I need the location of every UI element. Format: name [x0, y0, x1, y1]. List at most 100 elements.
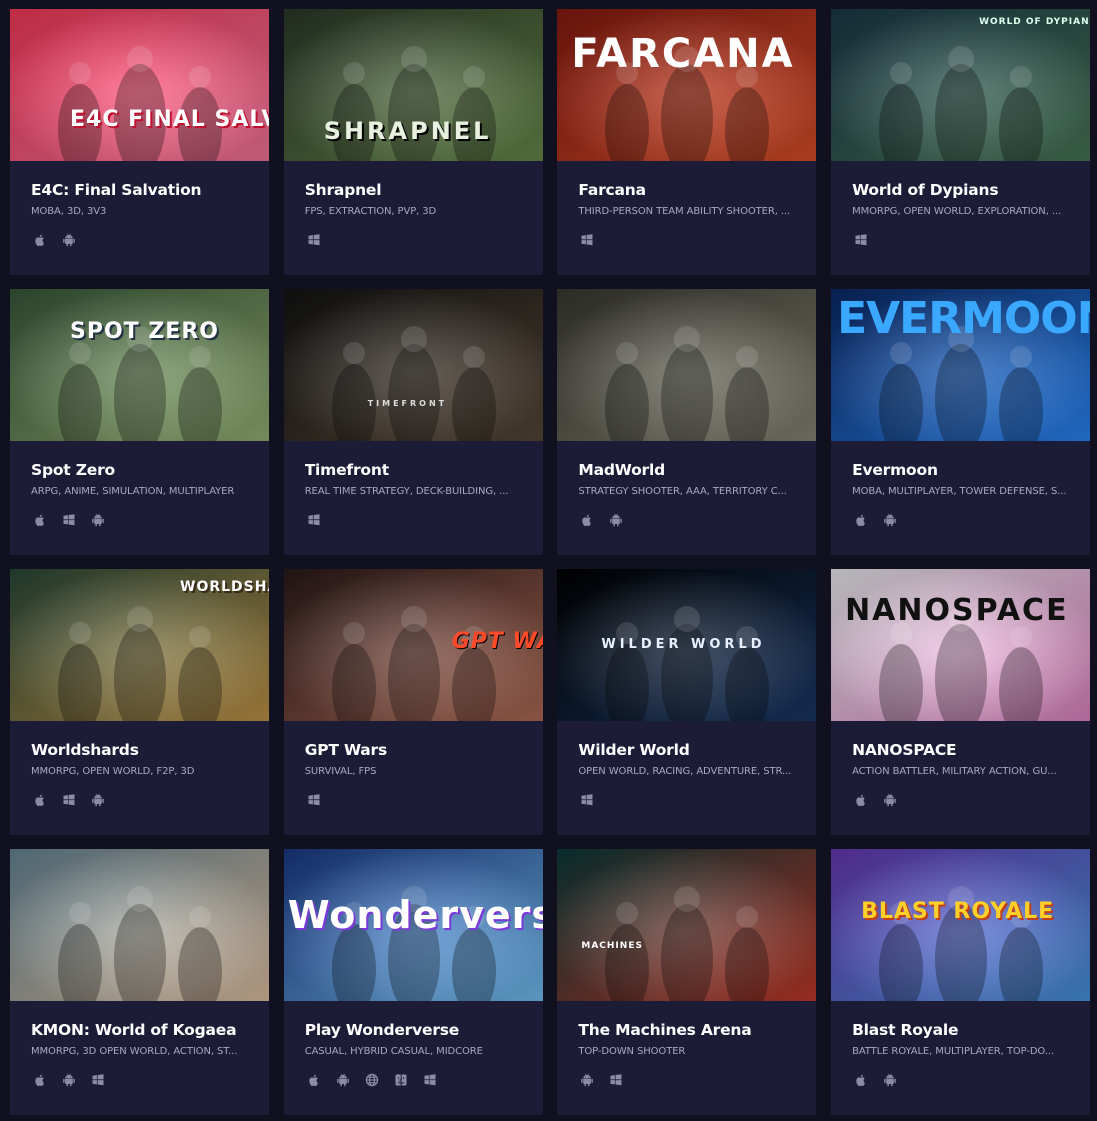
game-tags: SURVIVAL, FPS	[304, 766, 377, 777]
finder-icon	[394, 1073, 408, 1087]
game-card-info: World of Dypians MMORPG, OPEN WORLD, EXP…	[831, 161, 1090, 247]
windows-icon	[609, 1073, 623, 1087]
game-logo: TIMEFRONT	[367, 399, 448, 408]
game-tags: MOBA, MULTIPLAYER, TOWER DEFENSE, S...	[852, 486, 1067, 497]
game-title[interactable]: The Machines Arena	[578, 1020, 796, 1040]
game-card[interactable]: MadWorld STRATEGY SHOOTER, AAA, TERRITOR…	[557, 289, 817, 555]
game-title[interactable]: Evermoon	[852, 460, 1070, 480]
game-card-info: Worldshards MMORPG, OPEN WORLD, F2P, 3D	[10, 721, 269, 807]
game-logo: Wonderverse	[287, 893, 543, 937]
windows-icon	[307, 513, 321, 527]
windows-icon	[91, 1073, 105, 1087]
platform-list	[852, 233, 1070, 247]
windows-icon	[423, 1073, 437, 1087]
game-card-info: E4C: Final Salvation MOBA, 3D, 3V3	[10, 161, 269, 247]
game-card[interactable]: FARCANA Farcana THIRD-PERSON TEAM ABILIT…	[557, 9, 817, 275]
game-cover-image[interactable]: TIMEFRONT	[283, 289, 543, 441]
game-card[interactable]: GPT WARS GPT Wars SURVIVAL, FPS	[283, 569, 543, 835]
android-icon	[883, 1073, 897, 1087]
game-card[interactable]: NANOSPACE NANOSPACE ACTION BATTLER, MILI…	[831, 569, 1091, 835]
game-tags: MMORPG, OPEN WORLD, F2P, 3D	[31, 766, 195, 777]
game-card[interactable]: WORLD OF DYPIANS World of Dypians MMORPG…	[831, 9, 1091, 275]
game-cover-image[interactable]: WILDER WORLD	[557, 569, 817, 721]
game-tags: BATTLE ROYALE, MULTIPLAYER, TOP-DO...	[852, 1046, 1055, 1057]
game-cover-image[interactable]: MACHINES	[557, 849, 817, 1001]
game-card[interactable]: E4C FINAL SALVATION E4C: Final Salvation…	[10, 9, 269, 275]
game-title[interactable]: MadWorld	[578, 460, 796, 480]
windows-icon	[307, 233, 321, 247]
game-title[interactable]: E4C: Final Salvation	[31, 180, 249, 200]
game-card[interactable]: SHRAPNEL Shrapnel FPS, EXTRACTION, PVP, …	[283, 9, 543, 275]
apple-icon	[33, 1073, 47, 1087]
windows-icon	[580, 793, 594, 807]
game-title[interactable]: Shrapnel	[305, 180, 523, 200]
game-card[interactable]: KMON: World of Kogaea MMORPG, 3D OPEN WO…	[10, 849, 269, 1115]
game-title[interactable]: Timefront	[305, 460, 523, 480]
game-tags: TOP-DOWN SHOOTER	[578, 1046, 686, 1057]
game-cover-image[interactable]	[10, 849, 269, 1001]
game-title[interactable]: Spot Zero	[31, 460, 249, 480]
game-card[interactable]: Wonderverse Play Wonderverse CASUAL, HYB…	[283, 849, 543, 1115]
game-logo: WORLD OF DYPIANS	[979, 17, 1091, 27]
platform-list	[31, 513, 249, 527]
game-cover-image[interactable]: GPT WARS	[283, 569, 543, 721]
game-card-info: Spot Zero ARPG, ANIME, SIMULATION, MULTI…	[10, 441, 269, 527]
game-cover-image[interactable]: BLAST ROYALE	[831, 849, 1091, 1001]
game-tags: REAL TIME STRATEGY, DECK-BUILDING, ...	[304, 486, 509, 497]
platform-list	[578, 233, 796, 247]
platform-list	[305, 1073, 523, 1087]
game-card[interactable]: MACHINES The Machines Arena TOP-DOWN SHO…	[557, 849, 817, 1115]
game-logo: MACHINES	[581, 941, 643, 951]
game-cover-image[interactable]: WORLDSHARDS	[10, 569, 269, 721]
platform-list	[578, 793, 796, 807]
android-icon	[62, 1073, 76, 1087]
game-cover-image[interactable]	[557, 289, 817, 441]
android-icon	[609, 513, 623, 527]
windows-icon	[580, 233, 594, 247]
game-card-info: NANOSPACE ACTION BATTLER, MILITARY ACTIO…	[831, 721, 1090, 807]
apple-icon	[33, 233, 47, 247]
game-title[interactable]: World of Dypians	[852, 180, 1070, 200]
game-card[interactable]: TIMEFRONT Timefront REAL TIME STRATEGY, …	[283, 289, 543, 555]
platform-list	[305, 233, 523, 247]
game-title[interactable]: Blast Royale	[852, 1020, 1070, 1040]
game-title[interactable]: Play Wonderverse	[305, 1020, 523, 1040]
game-logo: E4C FINAL SALVATION	[70, 107, 269, 132]
games-grid: E4C FINAL SALVATION E4C: Final Salvation…	[10, 9, 1091, 1115]
game-title[interactable]: Worldshards	[31, 740, 249, 760]
game-card[interactable]: WILDER WORLD Wilder World OPEN WORLD, RA…	[557, 569, 817, 835]
android-icon	[883, 793, 897, 807]
game-tags: MOBA, 3D, 3V3	[31, 206, 107, 217]
game-card-info: GPT Wars SURVIVAL, FPS	[284, 721, 543, 807]
game-cover-image[interactable]: NANOSPACE	[831, 569, 1091, 721]
game-card-info: Shrapnel FPS, EXTRACTION, PVP, 3D	[284, 161, 543, 247]
game-cover-image[interactable]: Wonderverse	[283, 849, 543, 1001]
game-card-info: Farcana THIRD-PERSON TEAM ABILITY SHOOTE…	[557, 161, 816, 247]
game-title[interactable]: NANOSPACE	[852, 740, 1070, 760]
windows-icon	[854, 233, 868, 247]
game-cover-image[interactable]: SHRAPNEL	[283, 9, 543, 161]
game-title[interactable]: GPT Wars	[305, 740, 523, 760]
game-card[interactable]: WORLDSHARDS Worldshards MMORPG, OPEN WOR…	[10, 569, 269, 835]
game-logo: BLAST ROYALE	[861, 899, 1055, 924]
game-cover-image[interactable]: SPOT ZERO	[10, 289, 269, 441]
game-cover-image[interactable]: WORLD OF DYPIANS	[831, 9, 1091, 161]
platform-list	[852, 793, 1070, 807]
game-title[interactable]: Wilder World	[578, 740, 796, 760]
game-card[interactable]: SPOT ZERO Spot Zero ARPG, ANIME, SIMULAT…	[10, 289, 269, 555]
game-logo: FARCANA	[571, 31, 795, 77]
game-tags: OPEN WORLD, RACING, ADVENTURE, STR...	[578, 766, 792, 777]
game-cover-image[interactable]: FARCANA	[557, 9, 817, 161]
game-card[interactable]: EVERMOON Evermoon MOBA, MULTIPLAYER, TOW…	[831, 289, 1091, 555]
game-cover-image[interactable]: E4C FINAL SALVATION	[10, 9, 269, 161]
game-tags: THIRD-PERSON TEAM ABILITY SHOOTER, ...	[578, 206, 791, 217]
game-title[interactable]: Farcana	[578, 180, 796, 200]
game-logo: GPT WARS	[451, 629, 543, 654]
game-title[interactable]: KMON: World of Kogaea	[31, 1020, 249, 1040]
game-cover-image[interactable]: EVERMOON	[831, 289, 1091, 441]
windows-icon	[62, 793, 76, 807]
game-logo: SHRAPNEL	[323, 117, 492, 145]
game-card[interactable]: BLAST ROYALE Blast Royale BATTLE ROYALE,…	[831, 849, 1091, 1115]
game-card-info: Evermoon MOBA, MULTIPLAYER, TOWER DEFENS…	[831, 441, 1090, 527]
android-icon	[883, 513, 897, 527]
